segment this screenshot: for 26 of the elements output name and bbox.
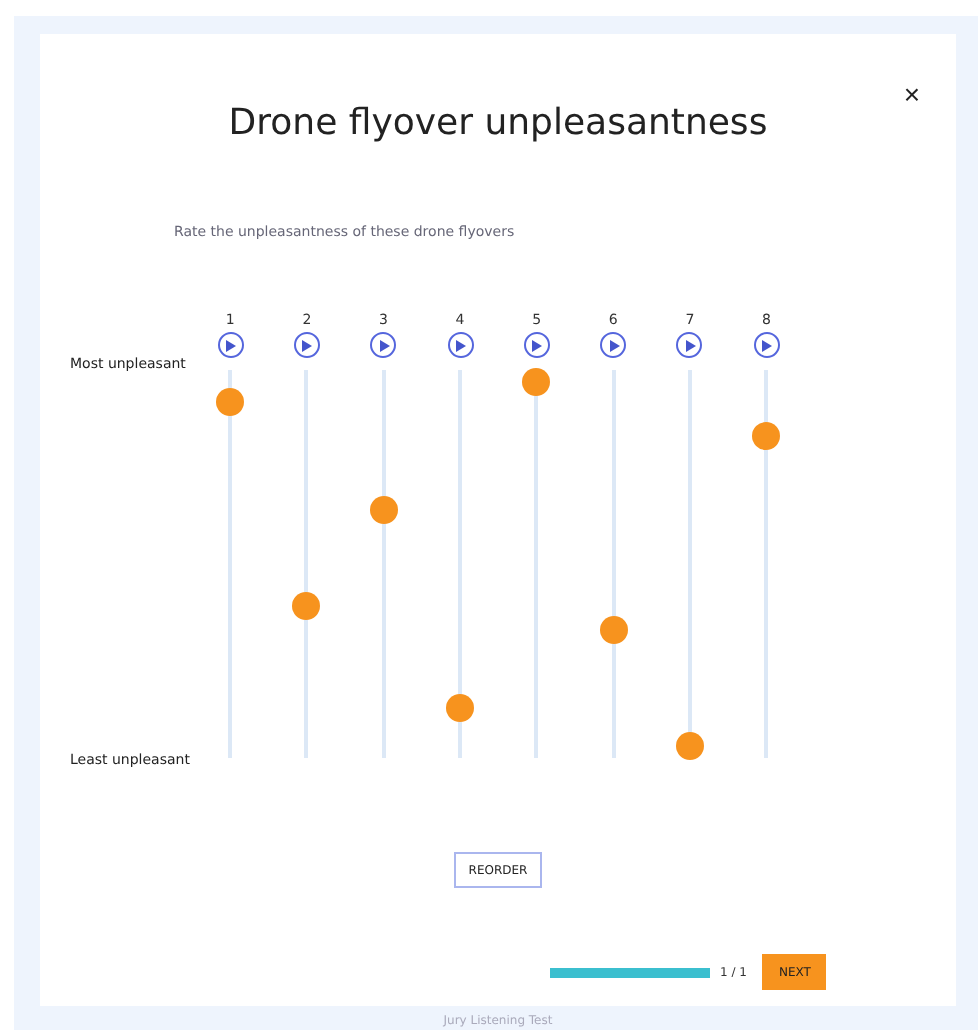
play-icon — [760, 339, 773, 351]
dialog-title: Drone flyover unpleasantness — [228, 102, 768, 146]
play-button[interactable] — [600, 332, 627, 358]
play-icon — [530, 339, 543, 351]
play-button[interactable] — [523, 332, 550, 358]
slider-thumb[interactable] — [675, 732, 704, 761]
close-button[interactable]: × — [903, 78, 920, 110]
play-icon — [683, 339, 696, 351]
play-button[interactable] — [293, 332, 320, 358]
slider-thumb[interactable] — [292, 592, 321, 621]
slider-thumb[interactable] — [216, 387, 245, 416]
play-button[interactable] — [370, 332, 397, 358]
play-icon — [377, 339, 390, 351]
slider-thumb[interactable] — [446, 693, 475, 722]
play-icon — [300, 339, 313, 351]
slider-thumb[interactable] — [369, 495, 398, 524]
slider-thumb[interactable] — [752, 421, 781, 450]
play-button[interactable] — [676, 332, 703, 358]
slider-thumb[interactable] — [522, 367, 551, 396]
play-icon — [224, 339, 237, 351]
play-button[interactable] — [217, 332, 244, 358]
slider-thumb[interactable] — [599, 615, 628, 644]
play-icon — [607, 339, 620, 351]
play-icon — [454, 339, 467, 351]
play-button[interactable] — [753, 332, 780, 358]
play-button[interactable] — [447, 332, 474, 358]
